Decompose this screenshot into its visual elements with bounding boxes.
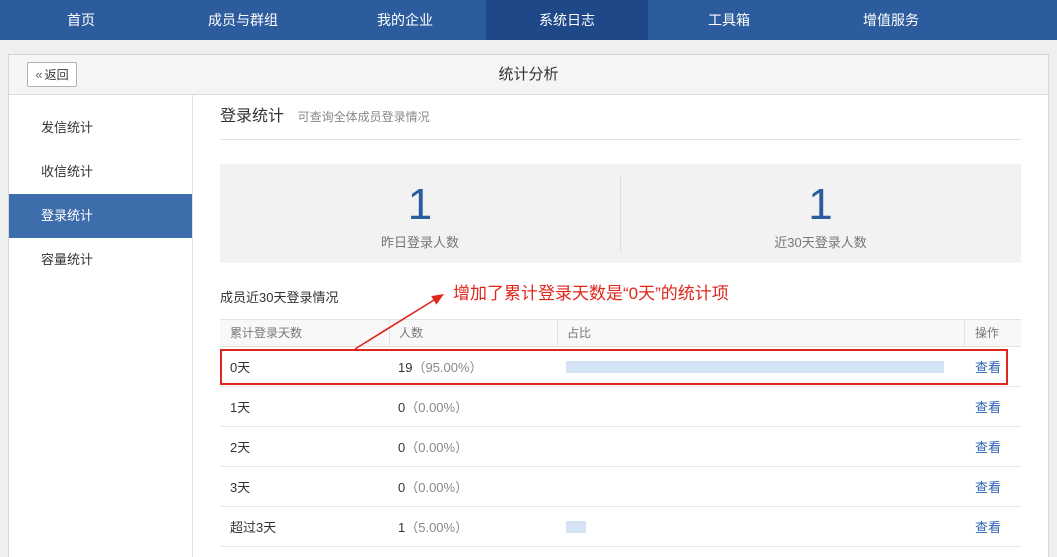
action-cell: 查看 [964, 517, 1021, 536]
section-subtitle: 可查询全体成员登录情况 [297, 110, 430, 124]
days-cell: 3天 [230, 480, 251, 495]
nav-item-toolbox[interactable]: 工具箱 [648, 0, 810, 40]
nav-item-value-added-services[interactable]: 增值服务 [810, 0, 972, 40]
percent-value: （0.00%） [405, 400, 469, 415]
view-link[interactable]: 查看 [975, 480, 1001, 495]
stat-divider [620, 175, 621, 252]
count-value: 19 [398, 360, 413, 375]
stat-label: 近30天登录人数 [774, 235, 867, 250]
panel-header: « 返回 统计分析 [9, 55, 1048, 95]
stat-30-day-logins: 1 近30天登录人数 [620, 164, 1021, 263]
table-row: 0天 19（95.00%） 查看 [220, 347, 1021, 387]
login-days-table: 累计登录天数 人数 占比 操作 0天 19（95.00%） 查看 1天 0（0.… [220, 319, 1021, 547]
table-row: 2天 0（0.00%） 查看 [220, 427, 1021, 467]
ratio-bar [566, 520, 586, 533]
back-button[interactable]: « 返回 [27, 62, 77, 87]
section-header: 登录统计 可查询全体成员登录情况 [220, 95, 1021, 140]
sidebar-item-capacity-stats[interactable]: 容量统计 [9, 238, 192, 282]
main-content: 登录统计 可查询全体成员登录情况 1 昨日登录人数 1 近30天登录人数 成员近… [220, 95, 1021, 547]
count-cell: 0（0.00%） [389, 437, 557, 456]
days-cell: 超过3天 [230, 520, 277, 535]
percent-value: （0.00%） [405, 440, 469, 455]
ratio-cell [557, 441, 964, 453]
table-row: 超过3天 1（5.00%） 查看 [220, 507, 1021, 547]
nav-item-home[interactable]: 首页 [0, 0, 162, 40]
back-button-label: 返回 [44, 68, 69, 82]
ratio-cell [557, 401, 964, 413]
days-cell: 1天 [230, 400, 251, 415]
view-link[interactable]: 查看 [975, 520, 1001, 535]
ratio-cell [557, 360, 964, 373]
section-title: 登录统计 [220, 108, 285, 125]
view-link[interactable]: 查看 [975, 400, 1001, 415]
percent-value: （5.00%） [405, 520, 469, 535]
nav-item-system-log[interactable]: 系统日志 [486, 0, 648, 40]
table-row: 1天 0（0.00%） 查看 [220, 387, 1021, 427]
sidebar-item-login-stats[interactable]: 登录统计 [9, 194, 192, 238]
table-header: 累计登录天数 人数 占比 操作 [220, 319, 1021, 347]
action-cell: 查看 [964, 477, 1021, 496]
count-cell: 0（0.00%） [389, 397, 557, 416]
nav-item-members-groups[interactable]: 成员与群组 [162, 0, 324, 40]
column-header-days: 累计登录天数 [230, 326, 303, 340]
ratio-cell [557, 481, 964, 493]
ratio-cell [557, 520, 964, 533]
action-cell: 查看 [964, 357, 1021, 376]
top-nav: 首页 成员与群组 我的企业 系统日志 工具箱 增值服务 [0, 0, 1057, 40]
column-header-action: 操作 [964, 320, 1021, 346]
annotation-text: 增加了累计登录天数是“0天”的统计项 [453, 284, 729, 303]
days-cell: 0天 [230, 360, 251, 375]
percent-value: （95.00%） [412, 360, 483, 375]
table-row: 3天 0（0.00%） 查看 [220, 467, 1021, 507]
count-cell: 19（95.00%） [389, 357, 557, 376]
sidebar: 发信统计 收信统计 登录统计 容量统计 [9, 95, 193, 557]
percent-value: （0.00%） [405, 480, 469, 495]
page-title: 统计分析 [498, 66, 559, 83]
action-cell: 查看 [964, 397, 1021, 416]
statistics-panel: « 返回 统计分析 发信统计 收信统计 登录统计 容量统计 登录统计 可查询全体… [8, 54, 1049, 557]
count-cell: 1（5.00%） [389, 517, 557, 536]
view-link[interactable]: 查看 [975, 360, 1001, 375]
double-chevron-left-icon: « [35, 67, 43, 82]
stats-summary: 1 昨日登录人数 1 近30天登录人数 [220, 164, 1021, 263]
count-cell: 0（0.00%） [389, 477, 557, 496]
stat-yesterday-logins: 1 昨日登录人数 [220, 164, 620, 263]
action-cell: 查看 [964, 437, 1021, 456]
sidebar-item-received-stats[interactable]: 收信统计 [9, 150, 192, 194]
stat-value: 1 [407, 180, 433, 229]
nav-item-my-enterprise[interactable]: 我的企业 [324, 0, 486, 40]
view-link[interactable]: 查看 [975, 440, 1001, 455]
column-header-count: 人数 [389, 320, 557, 346]
stat-label: 昨日登录人数 [380, 235, 459, 250]
column-header-ratio: 占比 [557, 320, 964, 346]
sidebar-item-sent-stats[interactable]: 发信统计 [9, 106, 192, 150]
stat-value: 1 [808, 180, 833, 229]
ratio-bar [566, 360, 945, 373]
days-cell: 2天 [230, 440, 251, 455]
